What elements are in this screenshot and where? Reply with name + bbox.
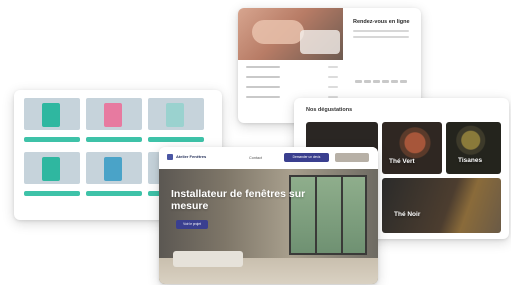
product-card[interactable] bbox=[24, 98, 80, 142]
panel-divider bbox=[353, 35, 409, 38]
product-card[interactable] bbox=[148, 98, 204, 142]
logo-text: Atelier Fenêtres bbox=[176, 154, 207, 160]
add-to-cart-button[interactable] bbox=[86, 191, 142, 196]
product-card[interactable] bbox=[86, 98, 142, 142]
panel-divider bbox=[353, 29, 409, 32]
product-image bbox=[24, 98, 80, 130]
massage-hands-shape bbox=[252, 20, 304, 44]
window-frame-shape bbox=[289, 175, 367, 255]
product-box-shape bbox=[42, 103, 60, 127]
tea-tile-label: Thé Vert bbox=[389, 158, 415, 165]
secondary-nav-button[interactable] bbox=[335, 153, 369, 162]
add-to-cart-button[interactable] bbox=[148, 137, 204, 142]
product-image bbox=[86, 152, 142, 184]
product-image bbox=[86, 98, 142, 130]
product-box-shape bbox=[104, 103, 122, 127]
add-to-cart-button[interactable] bbox=[86, 137, 142, 142]
tea-tile-label: Thé Noir bbox=[394, 211, 421, 218]
massage-hero-image bbox=[238, 8, 343, 60]
product-box-shape bbox=[42, 157, 60, 181]
nav-contact-link[interactable]: Contact bbox=[249, 156, 262, 160]
product-image bbox=[24, 152, 80, 184]
product-card[interactable] bbox=[24, 152, 80, 196]
product-image bbox=[148, 98, 204, 130]
booking-row bbox=[246, 66, 338, 68]
quote-button[interactable]: Demander un devis bbox=[284, 153, 329, 162]
windows-preview-card: Atelier Fenêtres Contact Demander un dev… bbox=[159, 147, 378, 284]
tea-tile-black[interactable]: Thé Noir bbox=[382, 178, 501, 233]
booking-panel-title: Rendez-vous en ligne bbox=[353, 19, 410, 25]
window-mullion bbox=[315, 175, 317, 255]
logo-icon bbox=[167, 154, 173, 160]
towel-shape bbox=[300, 30, 340, 54]
booking-row bbox=[246, 76, 338, 78]
site-navbar: Atelier Fenêtres Contact Demander un dev… bbox=[159, 147, 378, 169]
teas-title: Nos dégustations bbox=[306, 107, 353, 113]
tea-tile-herbal[interactable]: Tisanes bbox=[446, 122, 501, 174]
site-logo[interactable]: Atelier Fenêtres bbox=[167, 154, 206, 160]
booking-row bbox=[246, 86, 338, 88]
product-box-shape bbox=[166, 103, 184, 127]
product-box-shape bbox=[104, 157, 122, 181]
hero-cta-button[interactable]: Voir le projet bbox=[176, 220, 208, 229]
product-card[interactable] bbox=[86, 152, 142, 196]
tea-tile-label: Tisanes bbox=[458, 157, 483, 164]
sofa-shape bbox=[173, 251, 243, 267]
add-to-cart-button[interactable] bbox=[24, 137, 80, 142]
hero-headline: Installateur de fenêtres sur mesure bbox=[171, 188, 306, 212]
window-mullion bbox=[341, 175, 343, 255]
tea-tile-green[interactable]: Thé Vert bbox=[382, 122, 442, 174]
add-to-cart-button[interactable] bbox=[24, 191, 80, 196]
